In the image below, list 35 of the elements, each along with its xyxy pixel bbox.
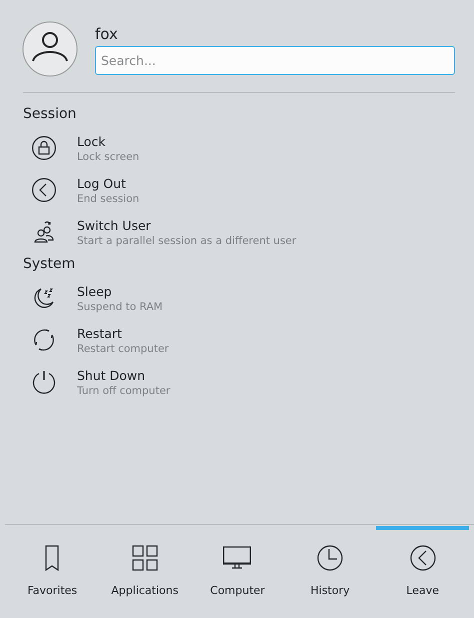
tab[interactable]: History xyxy=(284,526,376,618)
item-description: Turn off computer xyxy=(77,384,170,398)
item-title: Lock xyxy=(77,132,107,150)
tab[interactable]: Leave xyxy=(376,526,469,618)
clock-icon xyxy=(316,544,344,572)
menu-item[interactable]: Log Out End session xyxy=(0,169,474,211)
section-heading: System xyxy=(22,255,76,274)
user-name: fox xyxy=(95,24,119,44)
item-description: Suspend to RAM xyxy=(77,300,163,314)
item-title: Restart xyxy=(77,324,123,342)
users-icon xyxy=(32,220,56,244)
item-title: Sleep xyxy=(77,282,113,300)
item-description: End session xyxy=(77,192,140,206)
moon-icon xyxy=(32,286,56,310)
item-title: Log Out xyxy=(77,174,127,192)
item-description: Restart computer xyxy=(77,342,169,356)
menu-item[interactable]: Switch User Start a parallel session as a different user xyxy=(0,211,474,253)
menu-item[interactable]: Shut Down Turn off computer xyxy=(0,361,474,403)
restart-icon xyxy=(32,328,56,352)
item-title: Shut Down xyxy=(77,366,146,384)
menu-item[interactable]: Sleep Suspend to RAM xyxy=(0,277,474,319)
tab[interactable]: Applications xyxy=(98,526,192,618)
avatar-icon xyxy=(22,21,78,77)
tab[interactable]: Favorites xyxy=(6,526,99,618)
grid-icon xyxy=(130,544,159,572)
search-field[interactable]: Search... xyxy=(95,46,455,74)
power-icon xyxy=(32,370,56,394)
menu-item[interactable]: Lock Lock screen xyxy=(0,127,474,169)
item-description: Start a parallel session as a different user xyxy=(77,234,296,248)
item-title: Switch User xyxy=(77,216,152,234)
lock-icon xyxy=(32,136,56,160)
menu-item[interactable]: Restart Restart computer xyxy=(0,319,474,361)
tab[interactable]: Computer xyxy=(191,526,284,618)
item-description: Lock screen xyxy=(77,150,140,164)
section-heading: Session xyxy=(22,105,78,124)
